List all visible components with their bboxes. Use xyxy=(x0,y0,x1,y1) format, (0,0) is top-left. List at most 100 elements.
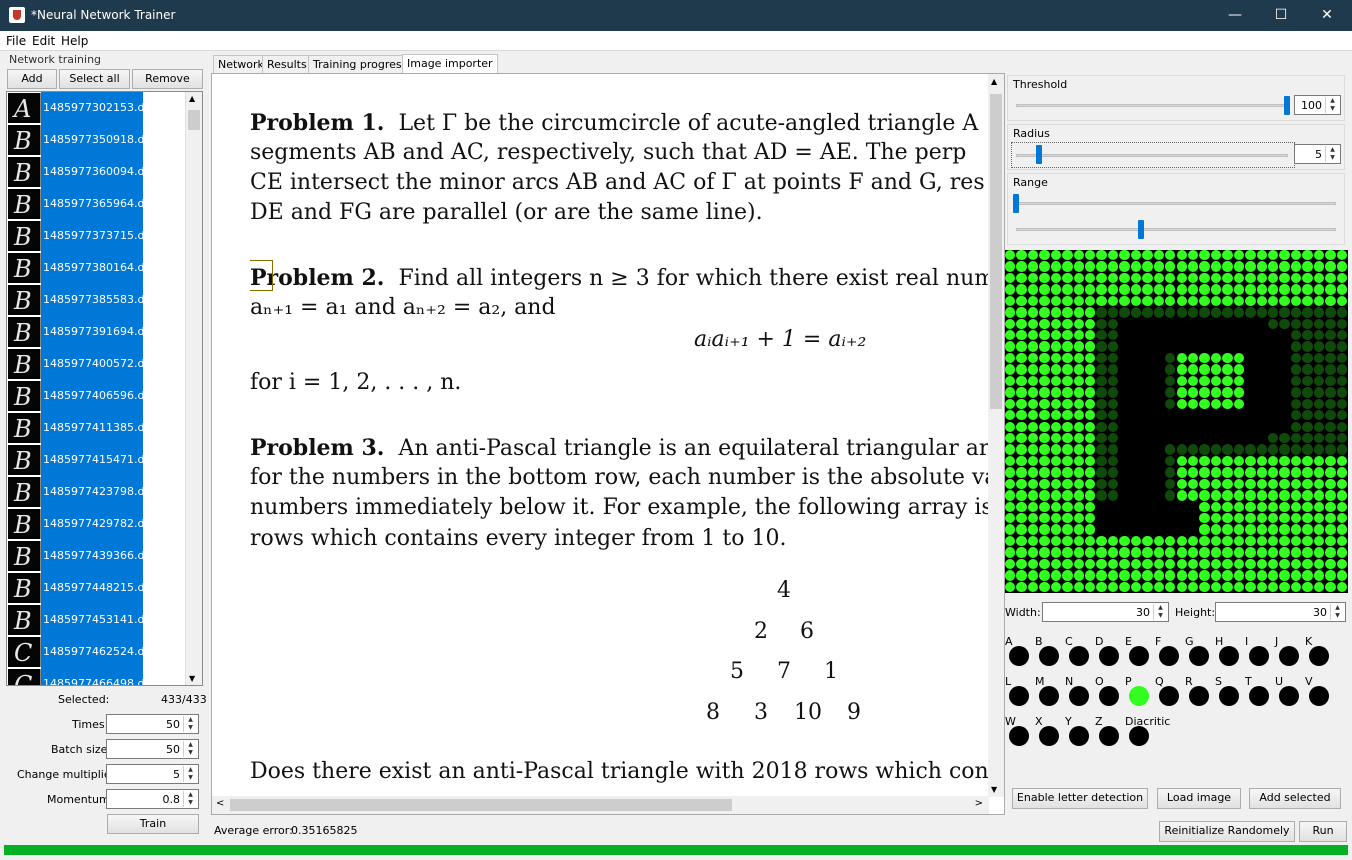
pixel-cell[interactable] xyxy=(1256,410,1267,421)
pixel-cell[interactable] xyxy=(1222,398,1233,410)
list-item[interactable]: B 1485977429782.dat xyxy=(7,508,187,540)
pixel-cell[interactable] xyxy=(1302,398,1313,410)
pixel-cell[interactable] xyxy=(1233,272,1245,284)
pixel-cell[interactable] xyxy=(1245,261,1256,272)
pixel-cell[interactable] xyxy=(1290,501,1302,512)
pixel-cell[interactable] xyxy=(1050,295,1062,307)
pixel-cell[interactable] xyxy=(1107,410,1119,421)
pixel-cell[interactable] xyxy=(1050,330,1062,341)
pixel-cell[interactable] xyxy=(1027,364,1039,375)
pixel-cell[interactable] xyxy=(1107,444,1119,455)
pixel-cell[interactable] xyxy=(1142,547,1153,558)
pixel-cell[interactable] xyxy=(1073,318,1085,330)
pixel-cell[interactable] xyxy=(1130,467,1142,478)
pixel-cell[interactable] xyxy=(1153,467,1165,478)
pixel-cell[interactable] xyxy=(1039,432,1050,444)
scroll-thumb[interactable] xyxy=(230,799,732,811)
pixel-cell[interactable] xyxy=(1119,535,1130,547)
pixel-cell[interactable] xyxy=(1050,478,1062,490)
pixel-cell[interactable] xyxy=(1039,467,1050,478)
list-item[interactable]: B 1485977385583.dat xyxy=(7,284,187,316)
pixel-cell[interactable] xyxy=(1210,558,1222,570)
pixel-cell[interactable] xyxy=(1233,284,1245,295)
pixel-cell[interactable] xyxy=(1267,272,1279,284)
pixel-cell[interactable] xyxy=(1336,295,1347,307)
pixel-cell[interactable] xyxy=(1210,352,1222,364)
pixel-cell[interactable] xyxy=(1210,535,1222,547)
pixel-cell[interactable] xyxy=(1222,570,1233,581)
pixel-cell[interactable] xyxy=(1279,284,1290,295)
pixel-cell[interactable] xyxy=(1233,341,1245,352)
pixel-cell[interactable] xyxy=(1176,318,1187,330)
pixel-cell[interactable] xyxy=(1107,330,1119,341)
pixel-cell[interactable] xyxy=(1222,250,1233,261)
pixel-cell[interactable] xyxy=(1233,478,1245,490)
pixel-cell[interactable] xyxy=(1233,261,1245,272)
pixel-cell[interactable] xyxy=(1085,341,1096,352)
pixel-cell[interactable] xyxy=(1279,558,1290,570)
pixel-cell[interactable] xyxy=(1062,341,1073,352)
list-item[interactable]: C 1485977462524.dat xyxy=(7,636,187,668)
pixel-cell[interactable] xyxy=(1313,455,1325,467)
pixel-cell[interactable] xyxy=(1187,375,1199,387)
pixel-cell[interactable] xyxy=(1176,490,1187,501)
pixel-cell[interactable] xyxy=(1119,261,1130,272)
pixel-cell[interactable] xyxy=(1153,330,1165,341)
pixel-cell[interactable] xyxy=(1005,387,1016,398)
select-all-button[interactable]: Select all xyxy=(59,69,130,89)
pixel-cell[interactable] xyxy=(1085,444,1096,455)
pixel-cell[interactable] xyxy=(1279,341,1290,352)
pixel-cell[interactable] xyxy=(1085,570,1096,581)
pixel-cell[interactable] xyxy=(1290,375,1302,387)
pixel-cell[interactable] xyxy=(1233,295,1245,307)
pixel-cell[interactable] xyxy=(1142,330,1153,341)
pixel-cell[interactable] xyxy=(1039,558,1050,570)
pixel-cell[interactable] xyxy=(1245,558,1256,570)
pixel-cell[interactable] xyxy=(1119,330,1130,341)
pixel-cell[interactable] xyxy=(1313,387,1325,398)
pixel-cell[interactable] xyxy=(1050,341,1062,352)
pixel-cell[interactable] xyxy=(1187,250,1199,261)
close-icon[interactable]: ✕ xyxy=(1304,0,1350,31)
pixel-cell[interactable] xyxy=(1336,387,1347,398)
pixel-cell[interactable] xyxy=(1199,421,1210,432)
pixel-cell[interactable] xyxy=(1256,318,1267,330)
pixel-cell[interactable] xyxy=(1336,410,1347,421)
pixel-cell[interactable] xyxy=(1165,398,1176,410)
pixel-cell[interactable] xyxy=(1325,330,1336,341)
pixel-cell[interactable] xyxy=(1085,352,1096,364)
pixel-cell[interactable] xyxy=(1336,250,1347,261)
pixel-cell[interactable] xyxy=(1210,295,1222,307)
pixel-cell[interactable] xyxy=(1096,307,1107,318)
pixel-cell[interactable] xyxy=(1245,432,1256,444)
pixel-cell[interactable] xyxy=(1290,295,1302,307)
pixel-cell[interactable] xyxy=(1187,512,1199,524)
pixel-cell[interactable] xyxy=(1073,352,1085,364)
pixel-cell[interactable] xyxy=(1039,341,1050,352)
pixel-cell[interactable] xyxy=(1313,330,1325,341)
pixel-cell[interactable] xyxy=(1073,284,1085,295)
pixel-cell[interactable] xyxy=(1210,261,1222,272)
pixel-cell[interactable] xyxy=(1142,570,1153,581)
letter-toggle-l[interactable] xyxy=(1009,686,1029,706)
pixel-cell[interactable] xyxy=(1153,341,1165,352)
letter-toggle-i[interactable] xyxy=(1249,646,1269,666)
pixel-cell[interactable] xyxy=(1325,581,1336,592)
pixel-cell[interactable] xyxy=(1313,444,1325,455)
pixel-cell[interactable] xyxy=(1016,352,1027,364)
pixel-cell[interactable] xyxy=(1165,261,1176,272)
letter-toggle-g[interactable] xyxy=(1189,646,1209,666)
pixel-cell[interactable] xyxy=(1267,490,1279,501)
pixel-cell[interactable] xyxy=(1210,250,1222,261)
pixel-cell[interactable] xyxy=(1119,375,1130,387)
pixel-cell[interactable] xyxy=(1142,467,1153,478)
pixel-cell[interactable] xyxy=(1279,375,1290,387)
pixel-cell[interactable] xyxy=(1199,490,1210,501)
pixel-cell[interactable] xyxy=(1290,352,1302,364)
pixel-cell[interactable] xyxy=(1222,375,1233,387)
range-low-thumb[interactable] xyxy=(1013,194,1019,213)
pixel-cell[interactable] xyxy=(1027,478,1039,490)
pixel-cell[interactable] xyxy=(1027,490,1039,501)
pixel-cell[interactable] xyxy=(1336,455,1347,467)
pixel-cell[interactable] xyxy=(1210,330,1222,341)
